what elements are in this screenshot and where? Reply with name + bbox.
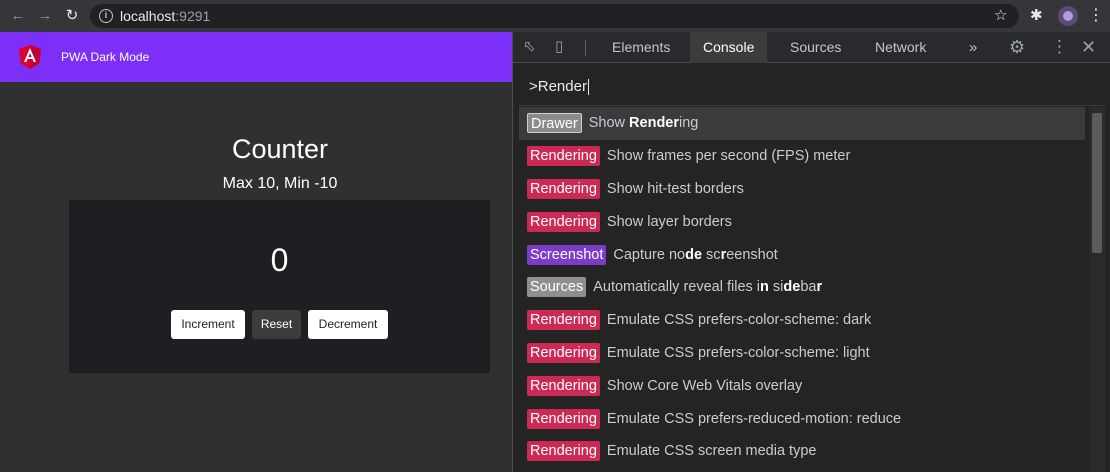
- reload-icon[interactable]: ↻: [62, 6, 82, 26]
- more-tabs-icon[interactable]: »: [956, 32, 990, 63]
- label-text: Show Core Web Vitals overlay: [606, 377, 803, 394]
- label-text: Capture no: [613, 246, 686, 263]
- command-list: Drawer Show Rendering Rendering Show frames…: [519, 107, 1085, 468]
- label-text: ba: [800, 279, 817, 296]
- label-text: Emulate CSS prefers-reduced-motion: redu…: [606, 410, 902, 427]
- label-text: Show: [588, 115, 630, 132]
- command-input[interactable]: >Render: [519, 68, 1105, 106]
- scrollbar[interactable]: [1089, 107, 1105, 472]
- increment-button[interactable]: Increment: [171, 310, 245, 339]
- command-label: Emulate CSS prefers-reduced-motion: redu…: [607, 411, 901, 427]
- label-text: sc: [702, 246, 721, 263]
- label-text: Show layer borders: [606, 213, 732, 230]
- command-input-text: >Render: [529, 78, 587, 95]
- url-host: localhost: [120, 8, 176, 24]
- decrement-button[interactable]: Decrement: [308, 310, 388, 339]
- kebab-menu-icon[interactable]: ⋮: [1088, 6, 1104, 26]
- close-icon[interactable]: ✕: [1081, 36, 1096, 58]
- label-text: Automatically reveal files i: [593, 279, 761, 296]
- gear-icon[interactable]: ⚙: [1009, 37, 1025, 57]
- device-toolbar-icon[interactable]: ▯: [555, 38, 563, 56]
- command-item[interactable]: Rendering Emulate CSS screen media type: [519, 435, 1085, 468]
- command-category-badge: Sources: [527, 277, 587, 298]
- command-menu: >Render Drawer Show Rendering Rendering Sho…: [519, 68, 1105, 472]
- command-item[interactable]: Rendering Show frames per second (FPS) me…: [519, 140, 1085, 173]
- label-text: Emulate CSS prefers-color-scheme: dark: [606, 312, 872, 329]
- label-text: Show hit-test borders: [606, 180, 744, 197]
- counter-card: 0 Increment Reset Decrement: [69, 200, 490, 373]
- text-caret: [587, 79, 589, 96]
- command-label: Show Core Web Vitals overlay: [607, 378, 802, 394]
- tab-elements[interactable]: Elements: [599, 32, 683, 63]
- address-bar[interactable]: i localhost:9291: [90, 4, 1019, 28]
- command-label: Show frames per second (FPS) meter: [607, 148, 850, 164]
- divider: [585, 40, 586, 56]
- url-port: :9291: [175, 8, 211, 24]
- command-item[interactable]: Screenshot Capture node screenshot: [519, 238, 1085, 271]
- command-item[interactable]: Rendering Show layer borders: [519, 205, 1085, 238]
- kebab-menu-icon[interactable]: ⋮: [1051, 37, 1068, 57]
- command-label: Emulate CSS prefers-color-scheme: light: [607, 345, 870, 361]
- match-highlight: de: [783, 279, 801, 296]
- forward-arrow-icon[interactable]: →: [35, 6, 55, 26]
- command-category-badge: Screenshot: [527, 244, 607, 265]
- command-item[interactable]: Rendering Emulate CSS prefers-color-schem…: [519, 337, 1085, 370]
- command-label: Emulate CSS prefers-color-scheme: dark: [607, 312, 871, 328]
- angular-logo-icon: [19, 45, 41, 69]
- label-text: Show frames per second (FPS) meter: [606, 148, 851, 165]
- command-category-badge: Rendering: [527, 342, 600, 363]
- command-category-badge: Rendering: [527, 178, 600, 199]
- reset-button[interactable]: Reset: [252, 310, 301, 339]
- label-text: ing: [679, 115, 699, 132]
- match-highlight: n: [760, 279, 769, 296]
- command-category-badge: Drawer: [527, 113, 582, 134]
- browser-toolbar: ← → ↻ i localhost:9291 ☆ ✱ ⋮: [0, 0, 1110, 32]
- label-text: Emulate CSS prefers-color-scheme: light: [606, 344, 870, 361]
- command-item[interactable]: Rendering Emulate CSS prefers-reduced-mot…: [519, 402, 1085, 435]
- match-highlight: r: [816, 279, 823, 296]
- command-item[interactable]: Drawer Show Rendering: [519, 107, 1085, 140]
- command-category-badge: Rendering: [527, 211, 600, 232]
- tab-console[interactable]: Console: [690, 32, 768, 63]
- puzzle-icon[interactable]: ✱: [1030, 6, 1043, 26]
- count-value: 0: [270, 242, 289, 278]
- command-label: Show hit-test borders: [607, 181, 744, 197]
- profile-avatar[interactable]: [1058, 6, 1078, 26]
- site-info-icon[interactable]: i: [99, 9, 113, 23]
- counter-subtitle: Max 10, Min -10: [222, 175, 338, 192]
- label-text: Emulate CSS screen media type: [606, 443, 817, 460]
- match-highlight: Render: [629, 115, 680, 132]
- command-label: Show Rendering: [589, 115, 699, 131]
- command-category-badge: Rendering: [527, 441, 600, 462]
- inspect-element-icon[interactable]: ⬁: [523, 38, 536, 56]
- command-label: Capture node screenshot: [613, 247, 777, 263]
- command-item[interactable]: Sources Automatically reveal files in sid…: [519, 271, 1085, 304]
- label-text: si: [768, 279, 784, 296]
- command-item[interactable]: Rendering Show Core Web Vitals overlay: [519, 369, 1085, 402]
- app-viewport: PWA Dark Mode Counter Max 10, Min -10 0 …: [0, 32, 512, 472]
- tab-network[interactable]: Network: [862, 32, 939, 63]
- app-toolbar: PWA Dark Mode: [0, 32, 512, 82]
- devtools-tabbar: ⬁ ▯ Elements Console Sources Network » ⚙…: [513, 32, 1110, 63]
- command-category-badge: Rendering: [527, 408, 600, 429]
- match-highlight: de: [685, 246, 703, 263]
- command-label: Show layer borders: [607, 214, 732, 230]
- app-title: PWA Dark Mode: [61, 50, 150, 64]
- back-arrow-icon[interactable]: ←: [8, 6, 28, 26]
- devtools-panel: ⬁ ▯ Elements Console Sources Network » ⚙…: [512, 32, 1110, 472]
- command-label: Emulate CSS screen media type: [607, 443, 817, 459]
- scrollbar-thumb[interactable]: [1092, 113, 1102, 253]
- command-category-badge: Rendering: [527, 310, 600, 331]
- command-item[interactable]: Rendering Emulate CSS prefers-color-schem…: [519, 304, 1085, 337]
- command-category-badge: Rendering: [527, 146, 600, 167]
- command-label: Automatically reveal files in sidebar: [593, 279, 822, 295]
- counter-title: Counter: [231, 134, 329, 164]
- label-text: eenshot: [726, 246, 778, 263]
- command-category-badge: Rendering: [527, 375, 600, 396]
- command-item[interactable]: Rendering Show hit-test borders: [519, 173, 1085, 206]
- tab-sources[interactable]: Sources: [777, 32, 854, 63]
- star-icon[interactable]: ☆: [994, 6, 1007, 26]
